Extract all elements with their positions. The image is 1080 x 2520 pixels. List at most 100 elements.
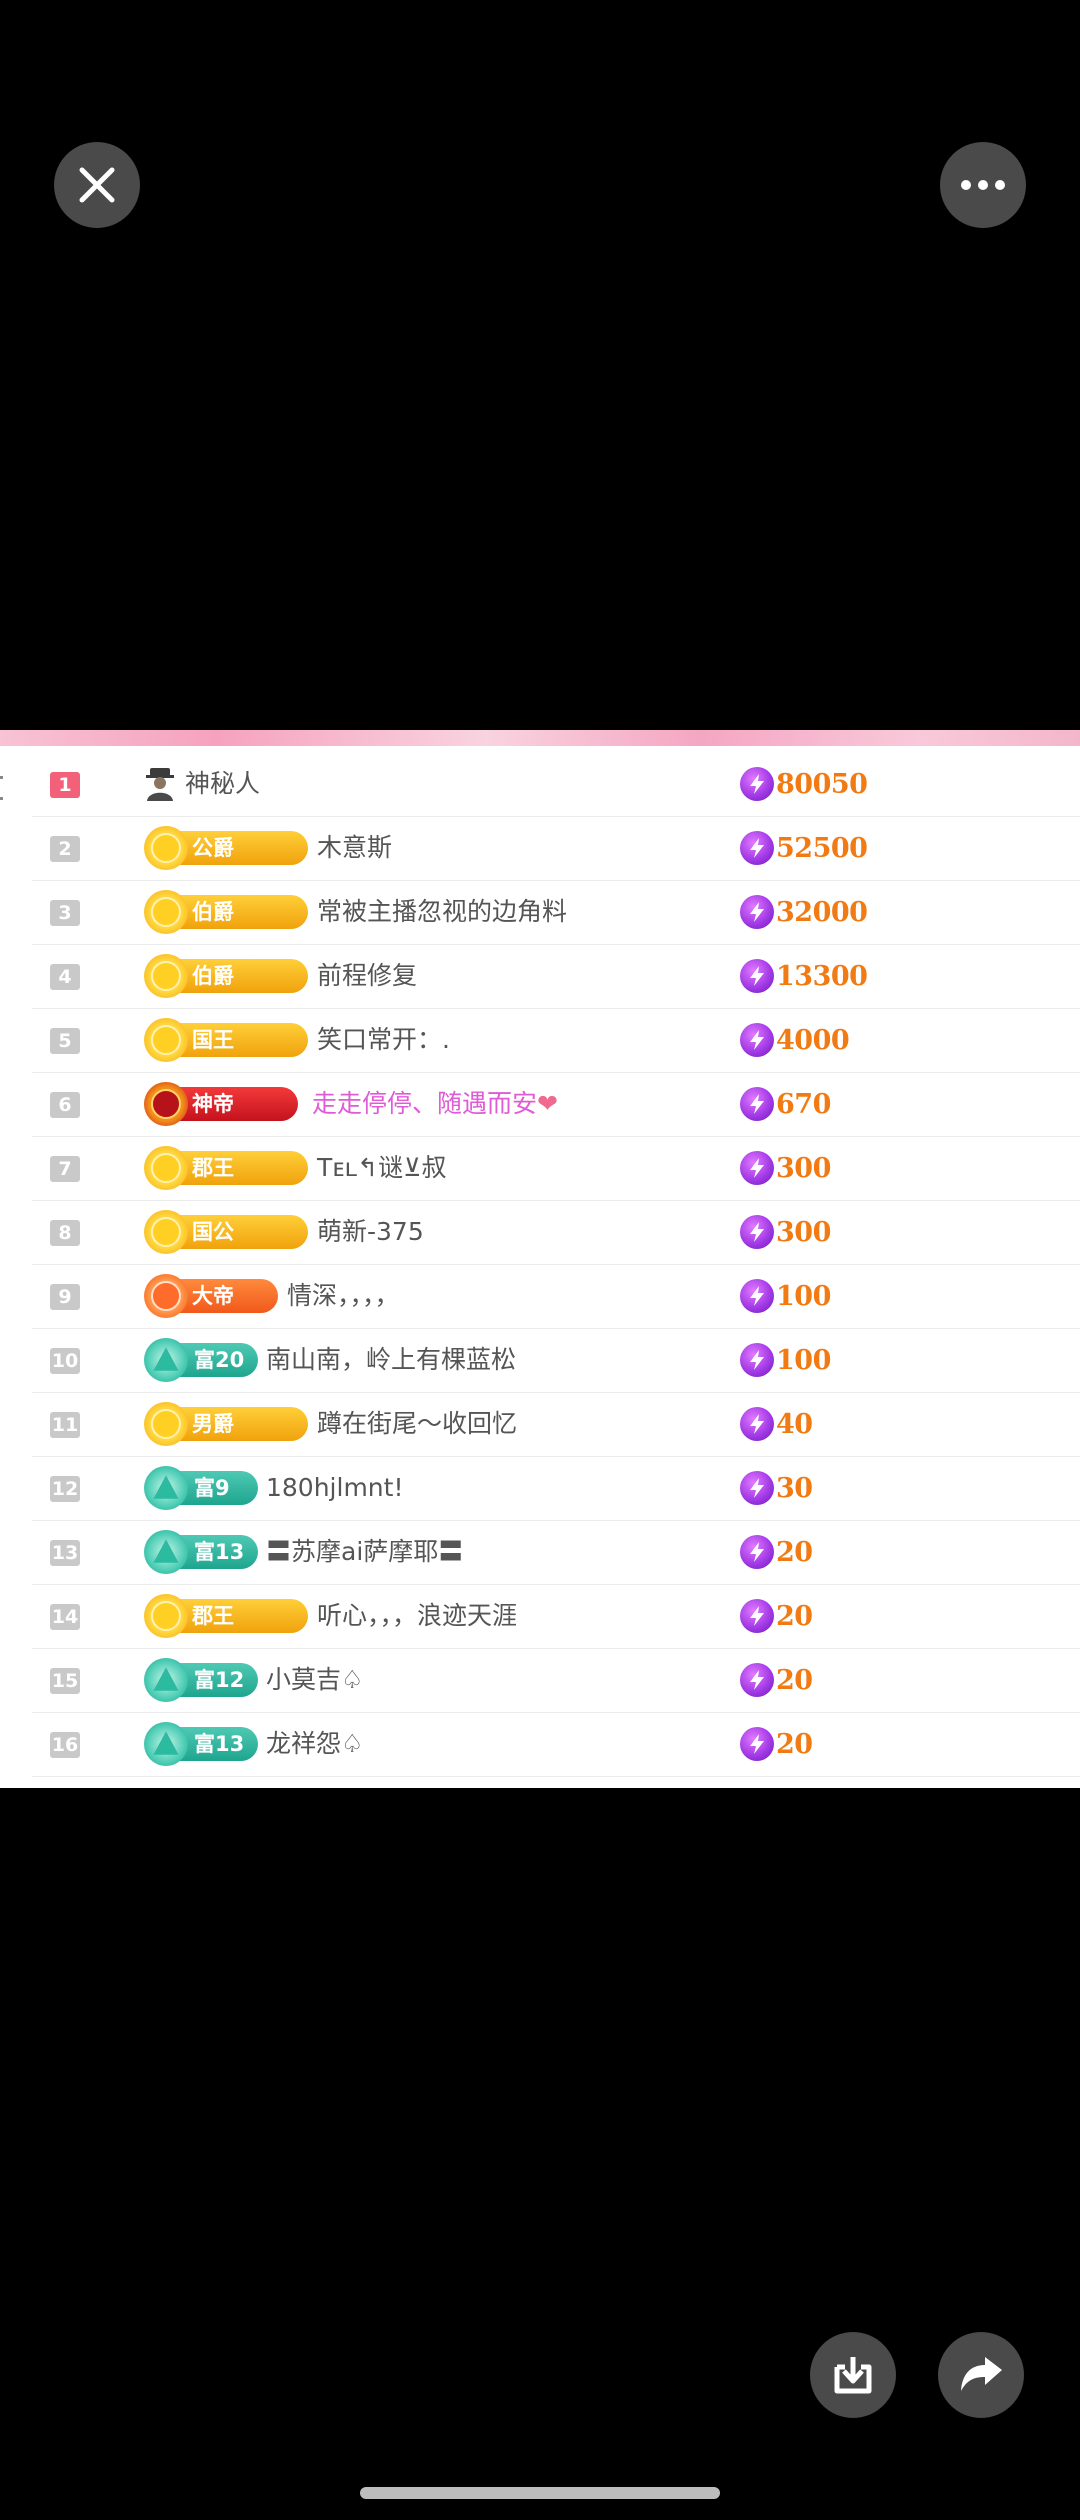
- rank-number: 6: [50, 1092, 80, 1118]
- ranking-row[interactable]: 7 郡王 Tᴇʟ↰谜⊻叔 300: [32, 1136, 1080, 1201]
- ranking-row[interactable]: 12 富9 180hjlmnt! 30: [32, 1456, 1080, 1521]
- ranking-row[interactable]: 13 富13 〓苏摩ai萨摩耶〓 20: [32, 1520, 1080, 1585]
- lightning-icon: [740, 959, 774, 993]
- badge-gem-icon: [144, 1402, 188, 1446]
- ranking-row[interactable]: 6 神帝 走走停停、随遇而安❤ 670: [32, 1072, 1080, 1137]
- level-badge: 伯爵: [144, 954, 308, 998]
- user-name-text: 走走停停、随遇而安: [312, 1089, 538, 1118]
- user-name-text: 情深，，，，: [287, 1281, 400, 1310]
- contribution-number: 32000: [776, 896, 868, 928]
- rank-number: 10: [50, 1348, 80, 1374]
- ranking-row[interactable]: 8 国公 萌新-375 300: [32, 1200, 1080, 1265]
- user-name-text: 木意斯: [317, 833, 393, 862]
- user-name-text: 神秘人: [185, 769, 261, 798]
- level-badge: 神帝: [144, 1082, 298, 1126]
- lightning-icon: [740, 1407, 774, 1441]
- lightning-icon: [740, 1023, 774, 1057]
- ranking-row[interactable]: 15 富12 小莫吉♤ 20: [32, 1648, 1080, 1713]
- user-name-text: 〓苏摩ai萨摩耶〓: [266, 1537, 464, 1566]
- contribution-number: 30: [776, 1472, 813, 1504]
- ranking-row[interactable]: 5 国王 笑口常开：. 4000: [32, 1008, 1080, 1073]
- contribution-value: 13300: [740, 958, 868, 994]
- level-badge: 男爵: [144, 1402, 308, 1446]
- pink-header-strip: [0, 730, 1080, 746]
- ranking-row[interactable]: 11 男爵 蹲在街尾～收回忆 40: [32, 1392, 1080, 1457]
- badge-gem-icon: [144, 1274, 188, 1318]
- lightning-icon: [740, 1663, 774, 1697]
- rank-number: 13: [50, 1540, 80, 1566]
- contribution-number: 20: [776, 1600, 813, 1632]
- user-name: 180hjlmnt!: [266, 1472, 403, 1504]
- level-badge: 富13: [144, 1530, 258, 1574]
- lightning-icon: [740, 1535, 774, 1569]
- mystery-user-icon: [144, 766, 176, 802]
- user-name-text: 180hjlmnt!: [266, 1473, 404, 1502]
- badge-label: 富13: [194, 1540, 245, 1564]
- heart-icon: ❤: [537, 1089, 558, 1118]
- contribution-value: 80050: [740, 766, 868, 802]
- user-name: Tᴇʟ↰谜⊻叔: [317, 1152, 446, 1184]
- user-name-text: 龙祥怨♤: [266, 1729, 364, 1758]
- ranking-row[interactable]: 2 公爵 木意斯 52500: [32, 816, 1080, 881]
- level-badge: 伯爵: [144, 890, 308, 934]
- lightning-icon: [740, 895, 774, 929]
- level-badge: 富9: [144, 1466, 258, 1510]
- user-name: 神秘人: [185, 768, 260, 800]
- user-name-text: 听心，，，浪迹天涯: [317, 1601, 518, 1630]
- ranking-row[interactable]: 4 伯爵 前程修复 13300: [32, 944, 1080, 1009]
- contribution-value: 20: [740, 1662, 813, 1698]
- ranking-row[interactable]: 10 富20 南山南，岭上有棵蓝松 100: [32, 1328, 1080, 1393]
- rank-number: 11: [50, 1412, 80, 1438]
- contribution-number: 40: [776, 1408, 813, 1440]
- contribution-value: 20: [740, 1598, 813, 1634]
- lightning-icon: [740, 1151, 774, 1185]
- contribution-value: 20: [740, 1726, 813, 1762]
- contribution-value: 20: [740, 1534, 813, 1570]
- ranking-row[interactable]: 16 富13 龙祥怨♤ 20: [32, 1712, 1080, 1777]
- user-name: 木意斯: [317, 832, 392, 864]
- badge-label: 伯爵: [192, 964, 234, 988]
- download-button[interactable]: [810, 2332, 896, 2418]
- contribution-number: 52500: [776, 832, 868, 864]
- user-name: 蹲在街尾～收回忆: [317, 1408, 517, 1440]
- contribution-value: 300: [740, 1214, 831, 1250]
- rank-number: 12: [50, 1476, 80, 1502]
- home-indicator[interactable]: [360, 2487, 720, 2499]
- rank-number: 2: [50, 836, 80, 862]
- contribution-value: 30: [740, 1470, 813, 1506]
- rank-number: 16: [50, 1732, 80, 1758]
- user-name-text: 前程修复: [317, 961, 418, 990]
- rank-number: 9: [50, 1284, 80, 1310]
- badge-label: 富9: [194, 1476, 230, 1500]
- badge-label: 神帝: [192, 1092, 234, 1116]
- ranking-row[interactable]: 1 神秘人 80050: [32, 752, 1080, 817]
- more-options-button[interactable]: [940, 142, 1026, 228]
- level-badge: 富12: [144, 1658, 258, 1702]
- ranking-row[interactable]: 14 郡王 听心，，，浪迹天涯 20: [32, 1584, 1080, 1649]
- badge-label: 国王: [192, 1028, 234, 1052]
- badge-label: 郡王: [192, 1156, 234, 1180]
- ranking-row[interactable]: 9 大帝 情深，，，， 100: [32, 1264, 1080, 1329]
- download-icon: [834, 2357, 872, 2394]
- contribution-value: 52500: [740, 830, 868, 866]
- user-name: 小莫吉♤: [266, 1664, 363, 1696]
- user-name: 萌新-375: [317, 1216, 424, 1248]
- user-name-text: 笑口常开：.: [317, 1025, 450, 1054]
- badge-gem-icon: [144, 1082, 188, 1126]
- badge-label: 富20: [194, 1348, 245, 1372]
- user-name-text: 南山南，岭上有棵蓝松: [266, 1345, 517, 1374]
- user-name: 情深，，，，: [287, 1280, 400, 1312]
- ranking-row[interactable]: 3 伯爵 常被主播忽视的边角料 32000: [32, 880, 1080, 945]
- close-button[interactable]: [54, 142, 140, 228]
- lightning-icon: [740, 1343, 774, 1377]
- share-button[interactable]: [938, 2332, 1024, 2418]
- contribution-number: 20: [776, 1536, 813, 1568]
- badge-gem-icon: [144, 1018, 188, 1062]
- contribution-value: 670: [740, 1086, 831, 1122]
- contribution-value: 4000: [740, 1022, 850, 1058]
- lightning-icon: [740, 1727, 774, 1761]
- user-name: 笑口常开：.: [317, 1024, 450, 1056]
- contribution-number: 4000: [776, 1024, 850, 1056]
- level-badge: 国王: [144, 1018, 308, 1062]
- user-name-text: 常被主播忽视的边角料: [317, 897, 568, 926]
